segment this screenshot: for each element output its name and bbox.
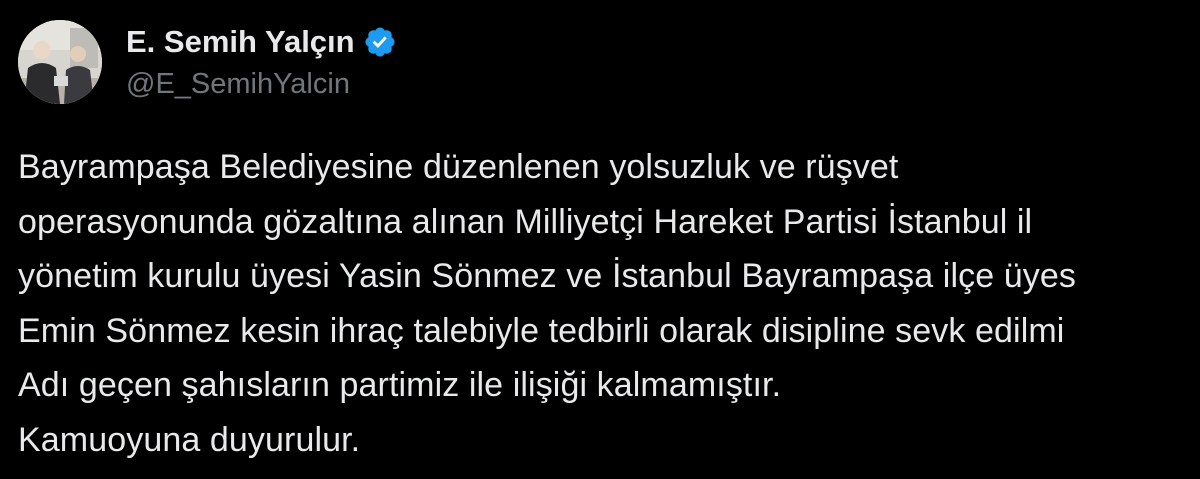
tweet-text: Bayrampaşa Belediyesine düzenlenen yolsu… — [18, 140, 1200, 468]
tweet-text-line: Kamuoyuna duyurulur. — [18, 420, 361, 459]
author-name-row: E. Semih Yalçın — [126, 22, 397, 62]
author-handle[interactable]: @E_SemihYalcin — [126, 68, 397, 101]
tweet-header: E. Semih Yalçın @E_SemihYalcin — [126, 22, 397, 101]
tweet-text-line: Emin Sönmez kesin ihraç talebiyle tedbir… — [18, 311, 1065, 350]
tweet-text-line: Bayrampaşa Belediyesine düzenlenen yolsu… — [18, 148, 899, 186]
tweet-card: E. Semih Yalçın @E_SemihYalcin Bayrampaş… — [0, 0, 1200, 479]
avatar[interactable] — [18, 20, 102, 104]
tweet-text-line: yönetim kurulu üyesi Yasin Sönmez ve İst… — [18, 257, 1076, 296]
author-display-name[interactable]: E. Semih Yalçın — [126, 24, 355, 60]
avatar-photo — [18, 20, 102, 104]
tweet-text-line: Adı geçen şahısların partimiz ile ilişiğ… — [18, 366, 782, 405]
tweet-text-line: operasyonunda gözaltına alınan Milliyetç… — [18, 202, 1033, 241]
verified-badge-icon — [363, 25, 397, 59]
